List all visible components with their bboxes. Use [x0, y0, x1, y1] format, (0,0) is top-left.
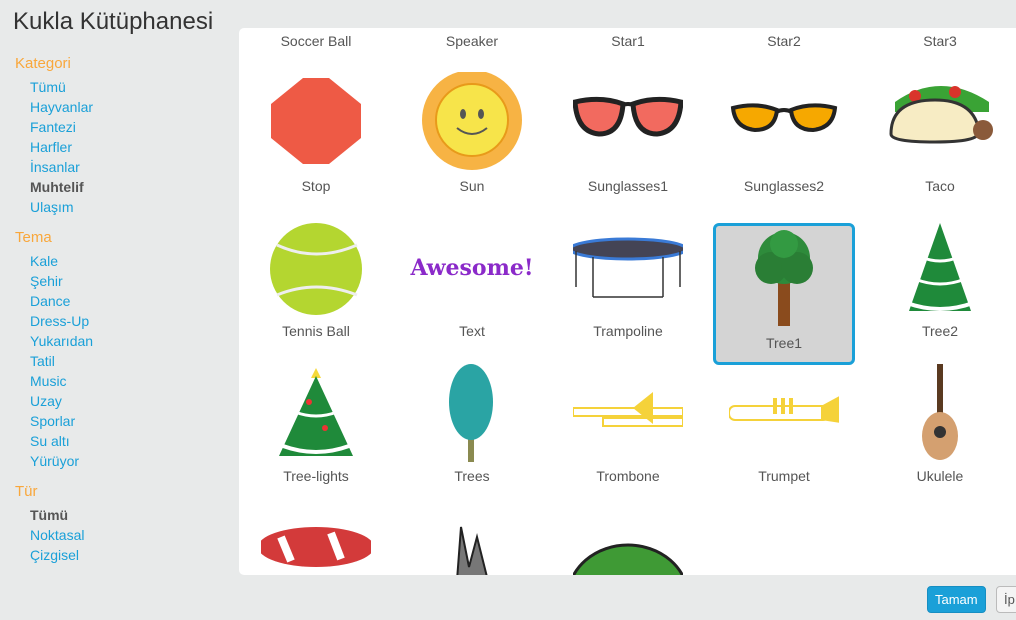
category-heading: Kategori [15, 55, 71, 72]
taco-thumbnail [885, 72, 995, 172]
sprite-tile-trombone[interactable]: Trombone [557, 356, 699, 498]
sprite-tile-star2[interactable]: Star2 [713, 28, 855, 63]
theme-item-castle[interactable]: Kale [30, 251, 230, 271]
sprite-label: Trees [454, 468, 490, 484]
sprite-label: Star3 [923, 33, 957, 49]
sprite-label: Sunglasses1 [587, 178, 669, 194]
sprite-tile-star3[interactable]: Star3 [869, 28, 1011, 63]
type-item-all[interactable]: Tümü [30, 505, 230, 525]
type-heading: Tür [15, 483, 38, 500]
theme-item-music[interactable]: Music [30, 371, 230, 391]
category-item-all[interactable]: Tümü [30, 77, 230, 97]
theme-item-dance[interactable]: Dance [30, 291, 230, 311]
sprite-label: Trumpet [758, 468, 810, 484]
sprite-label: Tree1 [765, 335, 803, 351]
sprite-label: Star2 [767, 33, 801, 49]
sprite-label: Star1 [611, 33, 645, 49]
awesome-text: Awesome! [410, 255, 534, 281]
sunglasses1-thumbnail [572, 72, 684, 172]
sprite-label: Text [459, 323, 485, 339]
sprite-library-panel[interactable]: Soccer Ball Speaker Star1 Star2 Star3 St… [239, 28, 1016, 575]
category-item-things[interactable]: Muhtelif [30, 177, 230, 197]
sprite-label: Tree2 [921, 323, 959, 339]
sprite-tile-tree2[interactable]: Tree2 [869, 211, 1011, 353]
umbrella-thumbnail [258, 507, 374, 575]
sprite-tile-tree-lights[interactable]: Tree-lights [245, 356, 387, 498]
sprite-label: Ukulele [916, 468, 964, 484]
text-thumbnail: Awesome! [410, 217, 533, 317]
theme-item-holiday[interactable]: Tatil [30, 351, 230, 371]
category-item-transport[interactable]: Ulaşım [30, 197, 230, 217]
sprite-label: Stop [301, 178, 331, 194]
tree1-thumbnail [729, 226, 839, 326]
tree2-thumbnail [885, 217, 995, 317]
theme-item-city[interactable]: Şehir [30, 271, 230, 291]
sprite-tile-taco[interactable]: Taco [869, 66, 1011, 208]
sun-thumbnail [417, 70, 527, 172]
sprite-tile-umbrella[interactable] [245, 501, 387, 575]
tree-lights-thumbnail [261, 362, 371, 462]
sprite-tile-vest[interactable] [401, 501, 543, 575]
sprite-label: Taco [925, 178, 955, 194]
theme-item-underwater[interactable]: Su altı [30, 431, 230, 451]
sprite-label: Tennis Ball [282, 323, 350, 339]
sprite-tile-sunglasses1[interactable]: Sunglasses1 [557, 66, 699, 208]
type-group: Tür Tümü Noktasal Çizgisel [0, 483, 230, 565]
ukulele-thumbnail [885, 362, 995, 462]
sprite-tile-sunglasses2[interactable]: Sunglasses2 [713, 66, 855, 208]
sprite-label: Tree-lights [283, 468, 349, 484]
category-item-fantasy[interactable]: Fantezi [30, 117, 230, 137]
theme-item-space[interactable]: Uzay [30, 391, 230, 411]
sprite-tile-text[interactable]: Awesome! Text [401, 211, 543, 353]
trombone-thumbnail [572, 362, 684, 462]
sprite-tile-trumpet[interactable]: Trumpet [713, 356, 855, 498]
sprite-label: Speaker [445, 33, 499, 49]
vest-thumbnail [417, 507, 527, 575]
sprite-tile-sun[interactable]: Sun [401, 66, 543, 208]
page-title: Kukla Kütüphanesi [13, 8, 214, 35]
sprite-label: Sunglasses2 [743, 178, 825, 194]
theme-item-dress-up[interactable]: Dress-Up [30, 311, 230, 331]
tennis-ball-thumbnail [261, 217, 371, 317]
sprite-tile-soccer-ball[interactable]: Soccer Ball [245, 28, 387, 63]
sprite-tile-watermelon[interactable] [557, 501, 699, 575]
ok-button[interactable]: Tamam [927, 586, 986, 613]
watermelon-thumbnail [571, 507, 685, 575]
theme-group: Tema Kale Şehir Dance Dress-Up Yukarıdan… [0, 229, 230, 471]
stop-sign-thumbnail [261, 72, 371, 172]
sprite-tile-stop[interactable]: Stop [245, 66, 387, 208]
theme-heading: Tema [15, 229, 52, 246]
sprite-tile-star1[interactable]: Star1 [557, 28, 699, 63]
theme-item-walking[interactable]: Yürüyor [30, 451, 230, 471]
trees-thumbnail [417, 362, 527, 462]
sprite-grid: Soccer Ball Speaker Star1 Star2 Star3 St… [239, 28, 1016, 575]
sprite-label: Trombone [596, 468, 660, 484]
theme-item-sports[interactable]: Sporlar [30, 411, 230, 431]
theme-item-flying[interactable]: Yukarıdan [30, 331, 230, 351]
trampoline-thumbnail [568, 217, 688, 317]
sprite-label: Sun [459, 178, 485, 194]
category-item-letters[interactable]: Harfler [30, 137, 230, 157]
sidebar: Kategori Tümü Hayvanlar Fantezi Harfler … [0, 50, 230, 577]
sprite-tile-trees[interactable]: Trees [401, 356, 543, 498]
trumpet-thumbnail [728, 362, 847, 462]
sprite-tile-trampoline[interactable]: Trampoline [557, 211, 699, 353]
category-item-animals[interactable]: Hayvanlar [30, 97, 230, 117]
category-item-people[interactable]: İnsanlar [30, 157, 230, 177]
type-item-bitmap[interactable]: Noktasal [30, 525, 230, 545]
category-group: Kategori Tümü Hayvanlar Fantezi Harfler … [0, 55, 230, 217]
sunglasses2-thumbnail [729, 72, 839, 172]
sprite-label: Soccer Ball [280, 33, 352, 49]
type-item-vector[interactable]: Çizgisel [30, 545, 230, 565]
sprite-tile-tennis-ball[interactable]: Tennis Ball [245, 211, 387, 353]
sprite-label: Trampoline [593, 323, 663, 339]
sprite-tile-speaker[interactable]: Speaker [401, 28, 543, 63]
cancel-button[interactable]: İp [996, 586, 1016, 613]
sprite-tile-tree1[interactable]: Tree1 [713, 223, 855, 365]
sprite-tile-ukulele[interactable]: Ukulele [869, 356, 1011, 498]
